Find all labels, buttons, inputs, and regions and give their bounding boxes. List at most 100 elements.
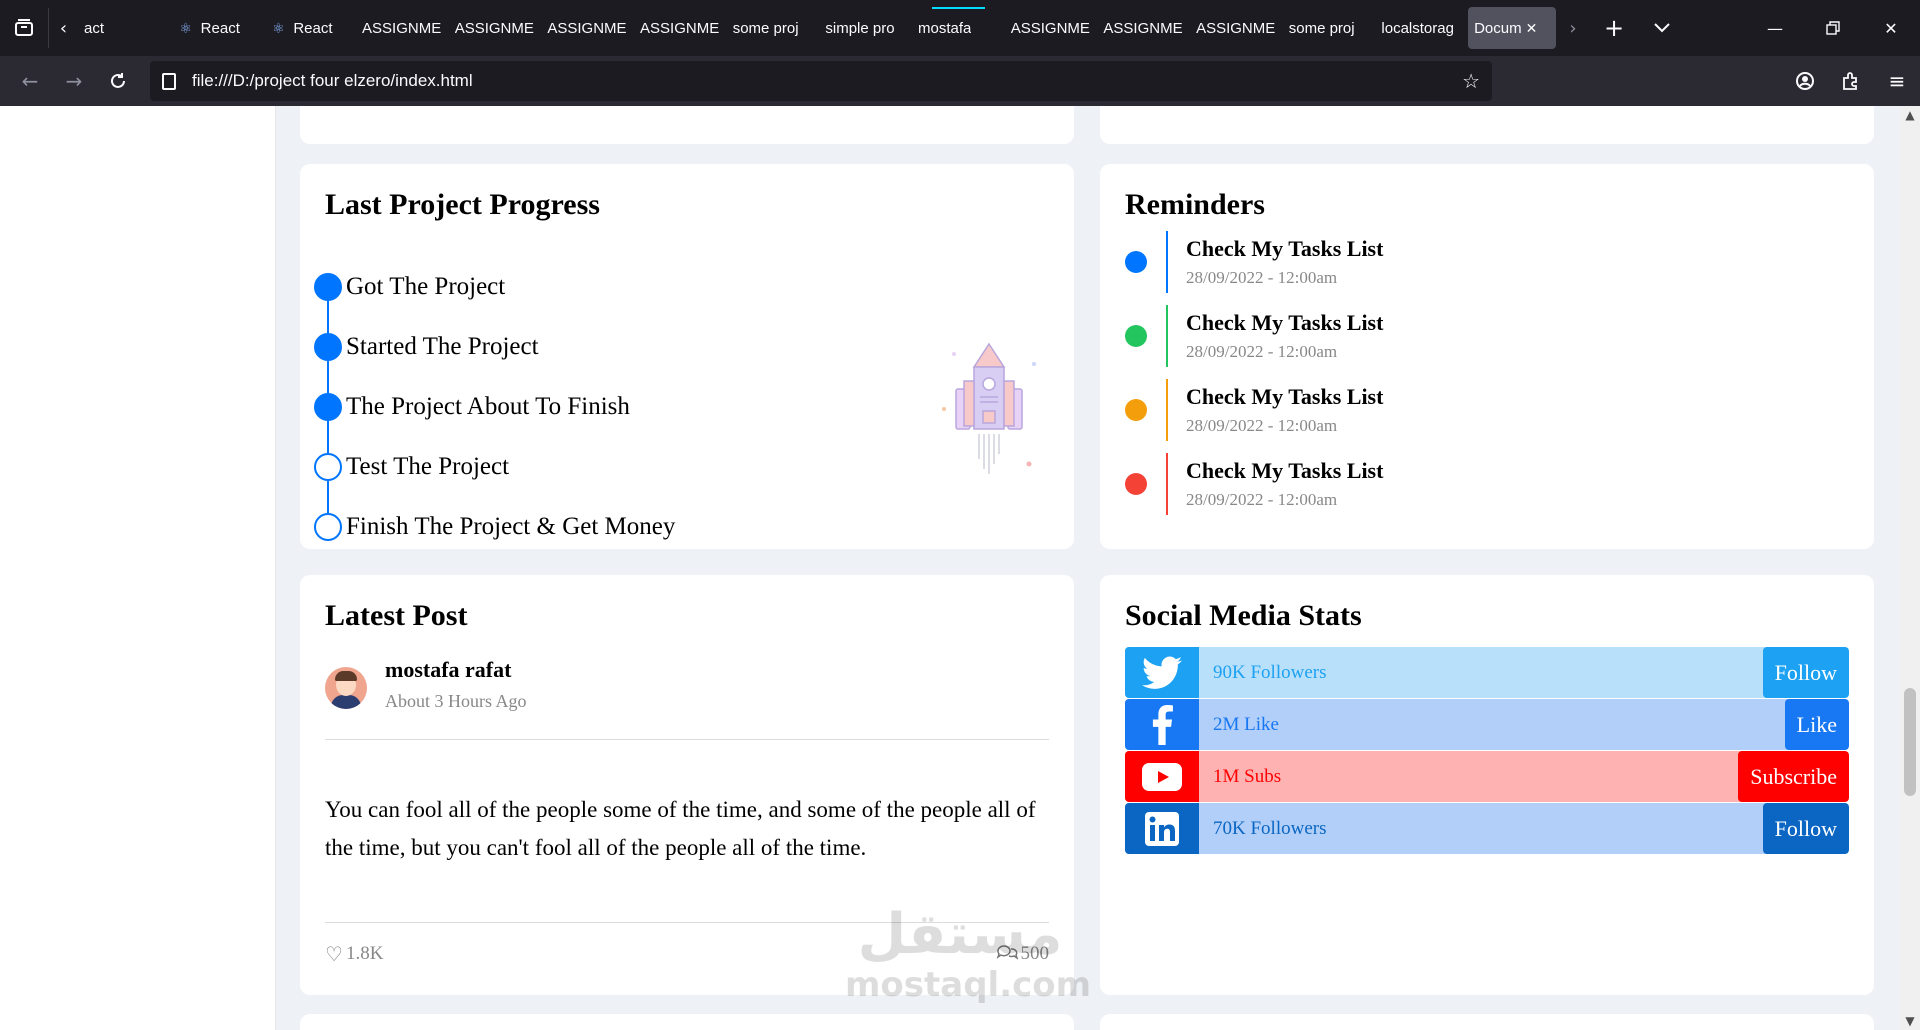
browser-tab[interactable]: Docum ✕	[1468, 7, 1556, 49]
react-icon: ⚛	[179, 19, 192, 36]
document-icon	[162, 72, 176, 90]
tab-label: ASSIGNME	[1010, 19, 1090, 37]
page-viewport: Last Project Progress Got The Project Sta…	[0, 106, 1900, 1030]
browser-tab[interactable]: ASSIGNME	[634, 7, 727, 49]
tab-label: ASSIGNME	[1103, 19, 1183, 37]
account-icon[interactable]	[1782, 61, 1828, 101]
social-count: 2M Like	[1213, 713, 1279, 735]
bookmark-star-icon[interactable]: ☆	[1462, 69, 1480, 93]
twitter-icon	[1125, 647, 1199, 698]
tab-scroll-left-icon[interactable]: ‹	[48, 8, 78, 48]
social-count: 1M Subs	[1213, 765, 1282, 787]
back-arrow-icon[interactable]: ←	[8, 61, 52, 101]
list-all-tabs-icon[interactable]	[1638, 8, 1686, 48]
progress-list: Got The Project Started The Project The Pr…	[314, 257, 675, 557]
next-card-left	[300, 1014, 1074, 1030]
social-row-facebook: 2M Like Like	[1125, 699, 1849, 750]
tab-label: simple pro	[825, 19, 895, 37]
tab-label: ASSIGNME	[640, 19, 720, 37]
browser-tab[interactable]: ⚛ React	[263, 7, 356, 49]
tab-label: React	[200, 19, 240, 37]
reminder-dot	[1125, 399, 1147, 421]
tab-label: ASSIGNME	[1196, 19, 1276, 37]
progress-step: Started The Project	[314, 317, 675, 377]
post-header: mostafa rafat About 3 Hours Ago	[325, 657, 527, 712]
heart-icon: ♡	[325, 942, 343, 966]
tab-label: React	[293, 19, 333, 37]
step-complete-dot	[314, 393, 342, 421]
tab-label: act	[84, 19, 105, 37]
latest-post-title: Latest Post	[325, 599, 468, 632]
scroll-thumb[interactable]	[1904, 688, 1916, 796]
browser-tab[interactable]: ASSIGNME	[449, 7, 542, 49]
url-text[interactable]: file:///D:/project four elzero/index.htm…	[192, 71, 1462, 91]
rocket-illustration	[942, 342, 1036, 474]
tab-label: ASSIGNME	[547, 19, 627, 37]
social-count: 70K Followers	[1213, 817, 1327, 839]
tab-label: mostafa	[918, 19, 972, 37]
forward-arrow-icon[interactable]: →	[52, 61, 96, 101]
new-tab-button[interactable]: +	[1590, 8, 1638, 48]
youtube-subscribe-button[interactable]: Subscribe	[1738, 751, 1849, 802]
reminder-dot	[1125, 325, 1147, 347]
address-bar[interactable]: file:///D:/project four elzero/index.htm…	[150, 61, 1492, 101]
reminder-title: Check My Tasks List	[1186, 236, 1384, 261]
restore-icon[interactable]	[1804, 0, 1862, 56]
close-tab-icon[interactable]: ✕	[1526, 20, 1538, 37]
browser-tab[interactable]: ASSIGNME	[1190, 7, 1283, 49]
page-scrollbar[interactable]: ▲ ▼	[1900, 106, 1920, 1030]
step-pending-dot	[314, 513, 342, 541]
facebook-icon	[1125, 699, 1199, 750]
minimize-icon[interactable]: —	[1746, 0, 1804, 56]
tab-label: Docum	[1474, 19, 1522, 37]
close-window-icon[interactable]: ✕	[1862, 0, 1920, 56]
mostaql-watermark: مستقل mostaql.com	[845, 905, 1091, 1015]
reminder-body: Check My Tasks List 28/09/2022 - 12:00am	[1166, 453, 1383, 515]
tab-label: some proj	[732, 19, 799, 37]
tab-label: some proj	[1288, 19, 1355, 37]
browser-tab[interactable]: some proj	[1283, 7, 1376, 49]
facebook-like-button[interactable]: Like	[1784, 699, 1849, 750]
previous-card-right	[1100, 106, 1874, 144]
browser-tab[interactable]: ASSIGNME	[541, 7, 634, 49]
browser-tab[interactable]: some proj	[727, 7, 820, 49]
menu-icon[interactable]: ≡	[1874, 61, 1920, 101]
progress-step-label: The Project About To Finish	[346, 393, 630, 420]
social-row-twitter: 90K Followers Follow	[1125, 647, 1849, 698]
project-progress-card: Last Project Progress Got The Project Sta…	[300, 164, 1074, 549]
reload-icon[interactable]	[96, 61, 140, 101]
reminder-date: 28/09/2022 - 12:00am	[1186, 490, 1338, 509]
likes-stat[interactable]: ♡ 1.8K	[325, 942, 383, 966]
likes-count: 1.8K	[345, 943, 384, 964]
tab-overview-icon[interactable]	[0, 8, 48, 48]
browser-tab[interactable]: simple pro	[819, 7, 912, 49]
browser-tab[interactable]: ⚛ React	[171, 7, 264, 49]
reminder-item: Check My Tasks List 28/09/2022 - 12:00am	[1125, 231, 1383, 293]
reminder-title: Check My Tasks List	[1186, 458, 1384, 483]
step-pending-dot	[314, 453, 342, 481]
scroll-up-icon[interactable]: ▲	[1903, 108, 1917, 122]
browser-tab[interactable]: localstorag	[1375, 7, 1468, 49]
browser-tab[interactable]: ASSIGNME	[356, 7, 449, 49]
progress-step: The Project About To Finish	[314, 377, 675, 437]
twitter-follow-button[interactable]: Follow	[1762, 647, 1849, 698]
browser-tab[interactable]: act	[78, 7, 171, 49]
tab-scroll-right-icon[interactable]: ›	[1556, 8, 1590, 48]
linkedin-follow-button[interactable]: Follow	[1762, 803, 1849, 854]
reminder-item: Check My Tasks List 28/09/2022 - 12:00am	[1125, 379, 1383, 441]
social-row-youtube: 1M Subs Subscribe	[1125, 751, 1849, 802]
post-author: mostafa rafat	[385, 657, 512, 682]
social-count: 90K Followers	[1213, 661, 1327, 683]
progress-step: Got The Project	[314, 257, 675, 317]
extensions-icon[interactable]	[1828, 61, 1874, 101]
browser-tab[interactable]: mostafa	[912, 7, 1005, 49]
linkedin-icon	[1125, 803, 1199, 854]
browser-tab-bar: ‹ act ⚛ React ⚛ React ASSIGNME ASSIGNME ASSIGNM…	[0, 0, 1920, 56]
reminder-title: Check My Tasks List	[1186, 310, 1384, 335]
scroll-down-icon[interactable]: ▼	[1903, 1014, 1917, 1028]
youtube-icon	[1125, 751, 1199, 802]
tab-strip: act ⚛ React ⚛ React ASSIGNME ASSIGNME ASSIGNME A…	[78, 0, 1556, 56]
browser-tab[interactable]: ASSIGNME	[1005, 7, 1098, 49]
browser-tab[interactable]: ASSIGNME	[1097, 7, 1190, 49]
tab-label: ASSIGNME	[454, 19, 534, 37]
